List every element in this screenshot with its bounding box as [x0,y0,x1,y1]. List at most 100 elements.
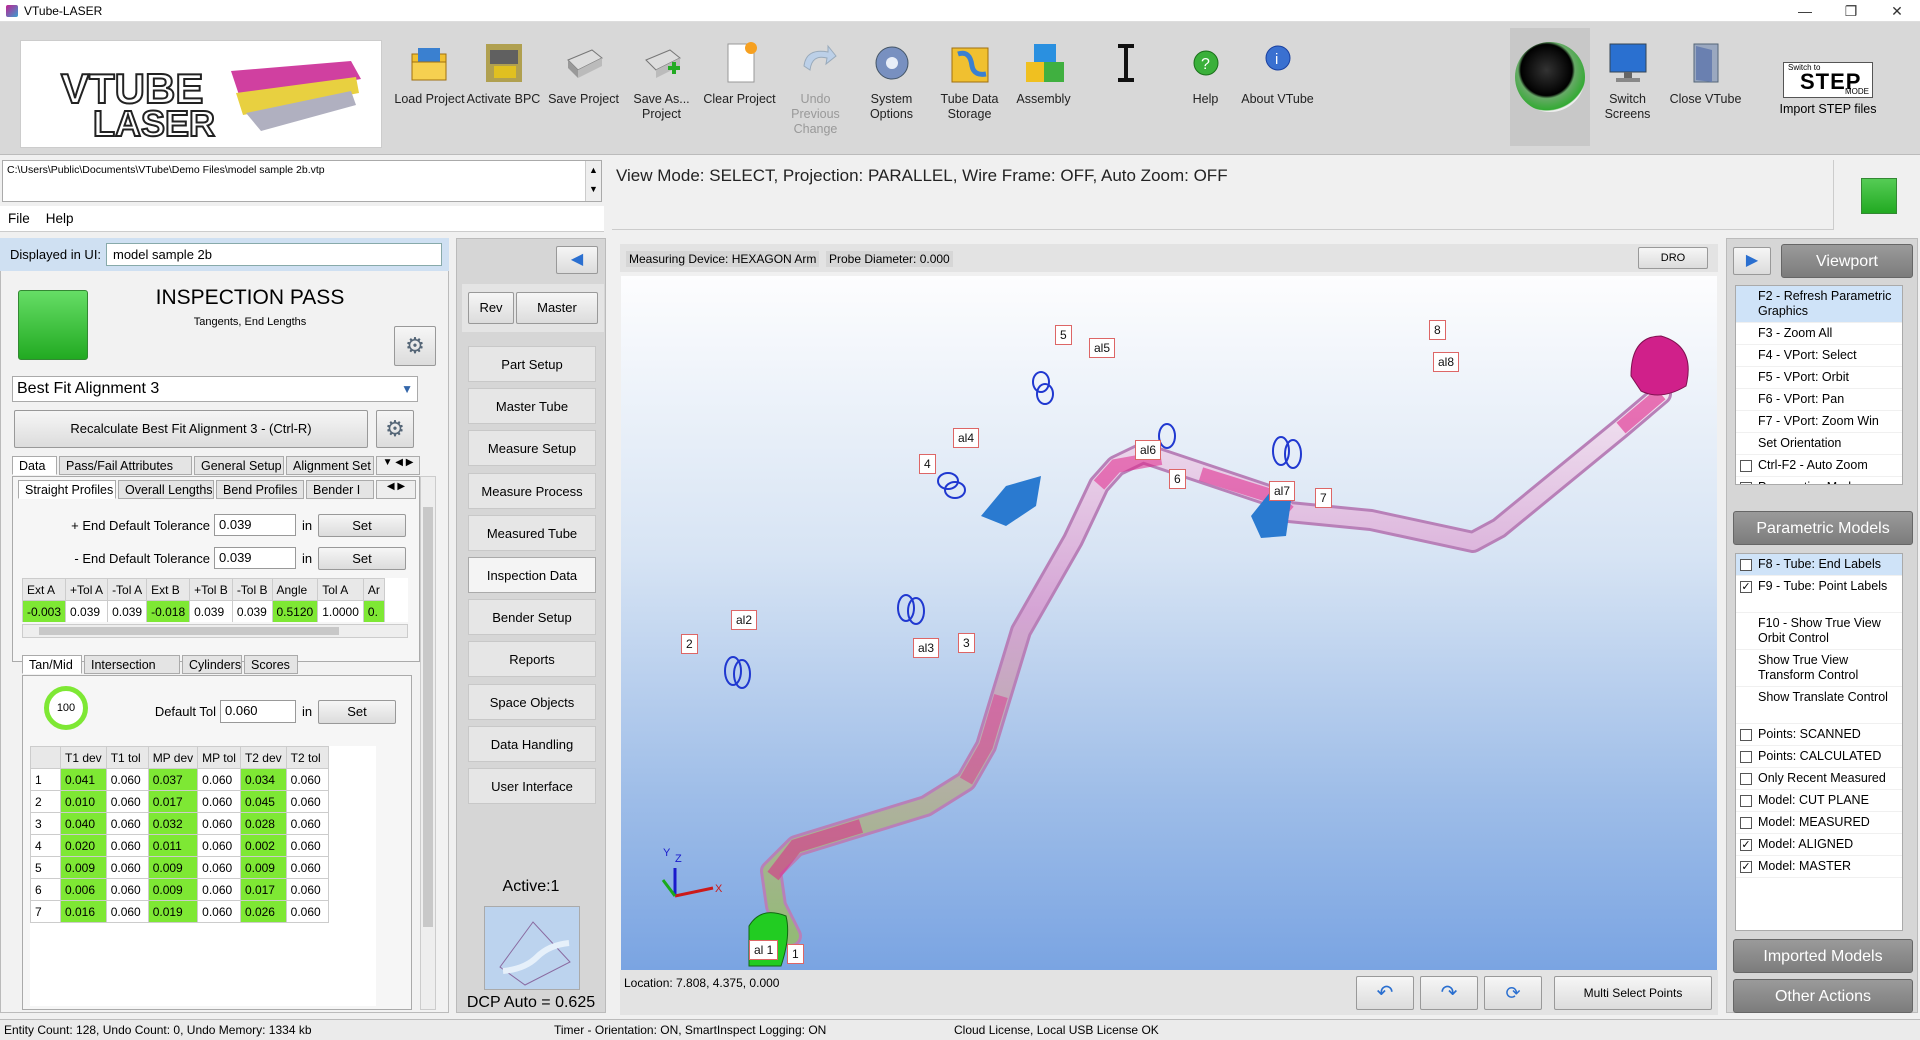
point-label[interactable]: 4 [919,454,936,474]
nav-part-setup[interactable]: Part Setup [468,346,596,382]
viewport-action-item[interactable]: Perspective Mode [1736,477,1902,484]
checkbox[interactable]: ✓ [1740,861,1752,873]
table-row[interactable]: 1 0.041 0.060 0.037 0.060 0.034 0.060 [30,768,329,791]
tab-data[interactable]: Data [12,456,57,475]
multi-select-points-button[interactable]: Multi Select Points [1554,976,1712,1010]
checkbox[interactable]: ✓ [1740,839,1752,851]
parametric-model-item[interactable]: Model: CUT PLANE [1736,790,1902,812]
viewport-action-item[interactable]: F4 - VPort: Select [1736,345,1902,367]
displayed-input[interactable]: model sample 2b [106,243,442,266]
point-label[interactable]: al8 [1433,352,1460,372]
sp-horizontal-scrollbar[interactable] [22,624,408,638]
point-label[interactable]: al5 [1089,338,1116,358]
checkbox[interactable] [1740,460,1752,472]
minimize-button[interactable]: — [1782,0,1828,22]
checkbox[interactable] [1740,795,1752,807]
parametric-model-item[interactable]: F8 - Tube: End Labels [1736,554,1902,576]
parametric-model-item[interactable]: ✓ Model: ALIGNED [1736,834,1902,856]
sp-scroll-thumb[interactable] [39,627,339,635]
point-label[interactable]: 2 [681,634,698,654]
nav-measure-setup[interactable]: Measure Setup [468,430,596,467]
point-label[interactable]: 3 [958,633,975,653]
parametric-model-item[interactable]: Points: SCANNED [1736,724,1902,746]
viewport-section-header[interactable]: Viewport [1781,244,1913,278]
point-label[interactable]: 1 [787,944,804,964]
parametric-models-header[interactable]: Parametric Models [1733,511,1913,545]
nav-inspection-data[interactable]: Inspection Data [468,557,596,593]
point-label[interactable]: al 1 [749,940,779,960]
default-tol-set-button[interactable]: Set [318,700,396,724]
point-label[interactable]: 5 [1055,325,1072,345]
pass-settings-gear-icon[interactable]: ⚙ [394,326,436,366]
tab-general-setup[interactable]: General Setup [194,456,284,475]
parametric-model-item[interactable]: ✓ Model: MASTER [1736,856,1902,878]
checkbox[interactable] [1740,729,1752,741]
save-project-button[interactable]: Save Project [546,30,621,148]
parametric-model-item[interactable]: ✓ F9 - Tube: Point Labels [1736,576,1902,613]
point-label[interactable]: al4 [953,428,980,448]
undo-previous-change-button[interactable]: Undo Previous Change [778,30,853,148]
table-row[interactable]: 4 0.020 0.060 0.011 0.060 0.002 0.060 [30,834,329,857]
tab-pass-fail[interactable]: Pass/Fail Attributes [59,456,192,475]
rotate-right-icon[interactable]: ↷ [1420,976,1478,1010]
expand-right-arrow-icon[interactable]: ▶ [1733,247,1771,275]
system-options-button[interactable]: System Options [854,30,929,148]
nav-bender-setup[interactable]: Bender Setup [468,599,596,636]
tab-scroll-arrows[interactable]: ▼ ◀ ▶ [376,456,420,475]
checkbox[interactable]: ✓ [1740,581,1752,593]
tab-scores[interactable]: Scores [244,655,298,674]
tab-cylinders[interactable]: Cylinders [182,655,242,674]
refresh-icon[interactable]: ⟳ [1484,976,1542,1010]
menu-help[interactable]: Help [38,206,82,231]
point-label[interactable]: al3 [913,638,940,658]
point-label[interactable]: al6 [1135,440,1162,460]
parametric-model-item[interactable]: Model: MEASURED [1736,812,1902,834]
imported-models-header[interactable]: Imported Models [1733,939,1913,973]
viewport-action-item[interactable]: F5 - VPort: Orbit [1736,367,1902,389]
table-row[interactable]: 6 0.006 0.060 0.009 0.060 0.017 0.060 [30,878,329,901]
parametric-model-item[interactable]: Only Recent Measured [1736,768,1902,790]
tab-bend-profiles[interactable]: Bend Profiles [216,480,304,499]
tab-overall-lengths[interactable]: Overall Lengths [118,480,214,499]
rotate-left-icon[interactable]: ↶ [1356,976,1414,1010]
nav-reports[interactable]: Reports [468,641,596,678]
assembly-button[interactable]: Assembly [1006,30,1081,148]
help-button[interactable]: ? Help [1168,30,1243,148]
table-row[interactable]: -0.003 0.039 0.039 -0.018 0.039 0.039 0.5120 1.… [22,600,385,622]
recalc-gear-icon[interactable]: ⚙ [376,410,414,448]
viewport-action-item[interactable]: F6 - VPort: Pan [1736,389,1902,411]
other-actions-header[interactable]: Other Actions [1733,979,1913,1013]
plus-tol-set-button[interactable]: Set [318,514,406,537]
viewport-action-item[interactable]: F7 - VPort: Zoom Win [1736,411,1902,433]
default-tol-input[interactable]: 0.060 [220,700,296,723]
3d-viewport[interactable]: Y Z X al 1 1 2 al2 al3 3 4 al4 5 al5 al6 6 al7 7 8 al8 [621,276,1717,970]
point-label[interactable]: al2 [731,610,758,630]
switch-screens-button[interactable]: Switch Screens [1590,30,1665,148]
nav-master-tube[interactable]: Master Tube [468,388,596,425]
table-row[interactable]: 5 0.009 0.060 0.009 0.060 0.009 0.060 [30,856,329,879]
import-step-button[interactable]: Switch to STEP MODE Import STEP files [1748,30,1908,148]
checkbox[interactable] [1740,773,1752,785]
tab-straight-profiles[interactable]: Straight Profiles [18,480,116,499]
menu-file[interactable]: File [0,206,38,231]
parametric-model-item[interactable]: Points: CALCULATED [1736,746,1902,768]
tab-alignment-set[interactable]: Alignment Set [286,456,374,475]
minus-tol-set-button[interactable]: Set [318,547,406,570]
point-label[interactable]: 8 [1429,320,1446,340]
project-path-field[interactable]: C:\Users\Public\Documents\VTube\Demo Fil… [2,160,602,202]
collapse-left-arrow-icon[interactable]: ◀ [556,246,598,274]
checkbox[interactable] [1740,751,1752,763]
close-window-button[interactable]: ✕ [1874,0,1920,22]
close-vtube-button[interactable]: Close VTube [1668,30,1743,148]
recalculate-button[interactable]: Recalculate Best Fit Alignment 3 - (Ctrl… [14,410,368,448]
tube-data-storage-button[interactable]: Tube Data Storage [932,30,1007,148]
table-row[interactable]: 2 0.010 0.060 0.017 0.060 0.045 0.060 [30,790,329,813]
point-label[interactable]: al7 [1269,481,1296,501]
table-row[interactable]: 3 0.040 0.060 0.032 0.060 0.028 0.060 [30,812,329,835]
point-label[interactable]: 7 [1315,488,1332,508]
dro-button[interactable]: DRO [1638,247,1708,269]
about-vtube-button[interactable]: i About VTube [1240,30,1315,148]
checkbox[interactable] [1740,482,1752,484]
parametric-model-item[interactable]: F10 - Show True View Orbit Control [1736,613,1902,650]
tab-tan-mid[interactable]: Tan/Mid [22,655,82,674]
